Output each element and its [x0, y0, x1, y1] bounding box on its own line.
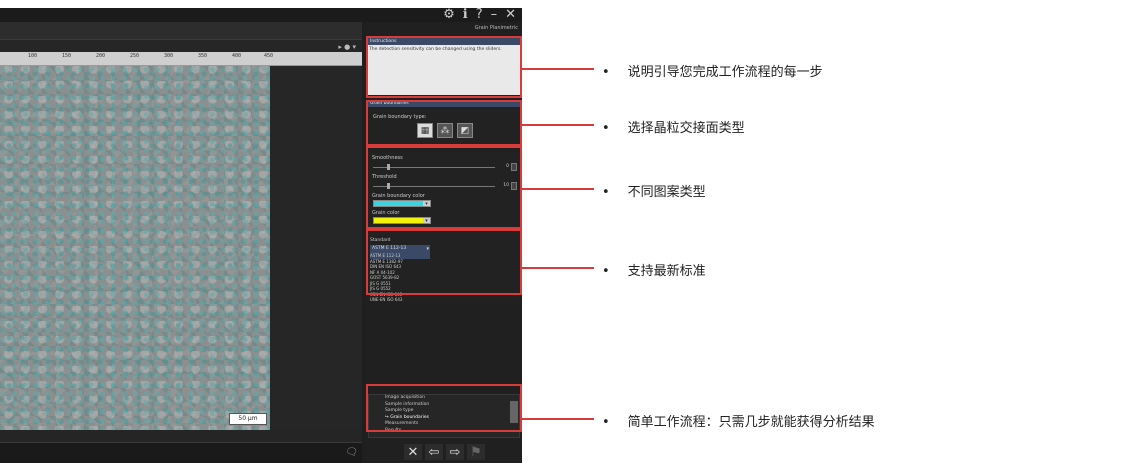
- highlight-patterns: [366, 146, 522, 229]
- cancel-icon[interactable]: ✕: [404, 444, 422, 460]
- ruler-tick: 300: [164, 53, 174, 59]
- help-icon[interactable]: ?: [476, 8, 483, 22]
- view-options-icon[interactable]: ▸ ● ▾: [338, 43, 356, 51]
- annotation-text: 说明引导您完成工作流程的每一步: [627, 65, 823, 80]
- viewer-subtoolbar: ▸ ● ▾: [0, 40, 362, 52]
- info-icon[interactable]: ℹ: [463, 8, 468, 22]
- image-canvas-background: [270, 66, 362, 430]
- ruler-tick: 100: [28, 53, 38, 59]
- ruler-tick: 200: [96, 53, 106, 59]
- annotation-patterns: • 不同图案类型: [602, 185, 706, 200]
- highlight-grain-boundaries: [366, 100, 522, 146]
- annotation-workflow: • 简单工作流程：只需几步就能获得分析结果: [602, 415, 875, 430]
- finish-flag-icon[interactable]: ⚑: [467, 444, 485, 460]
- ruler-tick: 400: [232, 53, 242, 59]
- image-viewer: ▸ ● ▾ 100 150 200 250 300 350 400 450 50…: [0, 22, 362, 463]
- title-bar: ⚙ ℹ ? – ✕: [0, 8, 522, 22]
- viewer-statusbar: 🗨: [0, 442, 362, 463]
- scale-bar: 50 µm: [229, 413, 267, 425]
- annotation-text: 不同图案类型: [627, 185, 706, 200]
- window-controls: ⚙ ℹ ? – ✕: [443, 8, 516, 22]
- panel-title: Grain Planimetric: [474, 25, 518, 31]
- highlight-instructions: [366, 36, 522, 98]
- horizontal-ruler: 100 150 200 250 300 350 400 450: [0, 52, 362, 66]
- annotation-text: 简单工作流程：只需几步就能获得分析结果: [627, 415, 875, 430]
- connector-line: [522, 418, 594, 420]
- standard-option[interactable]: UNE-EN ISO 643: [370, 297, 430, 303]
- annotation-instructions: • 说明引导您完成工作流程的每一步: [602, 65, 823, 80]
- highlight-workflow: [366, 384, 522, 432]
- ruler-tick: 250: [130, 53, 140, 59]
- annotation-text: 选择晶粒交接面类型: [627, 121, 745, 136]
- navigation-buttons: ✕ ⇦ ⇨ ⚑: [404, 444, 485, 460]
- close-icon[interactable]: ✕: [505, 8, 516, 22]
- annotation-grain-boundary: • 选择晶粒交接面类型: [602, 121, 745, 136]
- ruler-tick: 350: [198, 53, 208, 59]
- viewer-toolbar: [0, 22, 362, 40]
- connector-line: [522, 68, 594, 70]
- connector-line: [522, 267, 594, 269]
- annotation-standards: • 支持最新标准: [602, 264, 706, 279]
- ruler-tick: 450: [264, 53, 274, 59]
- minimize-icon[interactable]: –: [491, 8, 498, 22]
- micrograph-image[interactable]: [0, 66, 270, 430]
- next-arrow-icon[interactable]: ⇨: [446, 444, 464, 460]
- back-arrow-icon[interactable]: ⇦: [425, 444, 443, 460]
- chat-icon[interactable]: 🗨: [345, 447, 358, 458]
- connector-line: [522, 188, 594, 190]
- highlight-standard: [366, 229, 522, 295]
- ruler-tick: 150: [62, 53, 72, 59]
- annotation-text: 支持最新标准: [627, 264, 706, 279]
- connector-line: [522, 124, 594, 126]
- settings-icon[interactable]: ⚙: [443, 8, 455, 22]
